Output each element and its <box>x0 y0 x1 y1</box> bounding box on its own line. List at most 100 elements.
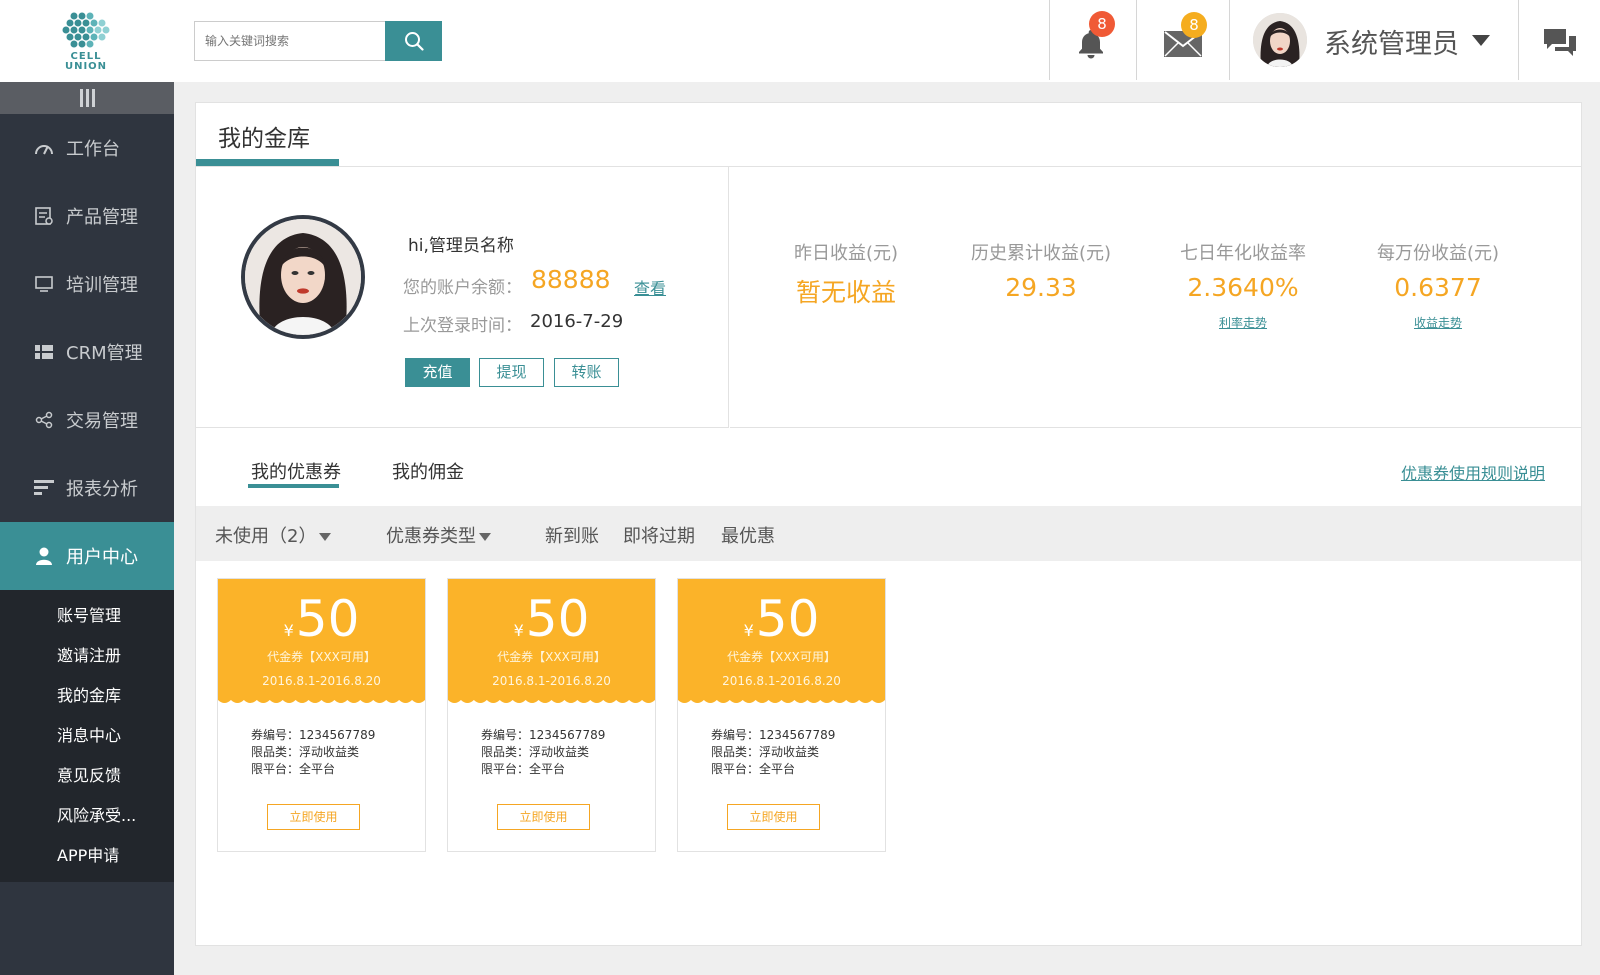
logo-hexagon-icon <box>62 12 110 48</box>
monitor-icon <box>34 274 54 294</box>
sidebar: 工作台 产品管理 培训管理 CRM管理 交易管理 报表分析 用户中心 账号管理 … <box>0 82 174 975</box>
recharge-button[interactable]: 充值 <box>405 358 470 387</box>
notifications-badge: 8 <box>1089 11 1115 37</box>
coupon-platform: 限平台：全平台 <box>481 762 566 776</box>
user-menu-caret-icon[interactable] <box>1472 35 1490 46</box>
stat-label: 历史累计收益(元) <box>970 243 1112 264</box>
sidebar-item-products[interactable]: 产品管理 <box>0 182 174 250</box>
notifications-button[interactable]: 8 <box>1075 11 1115 64</box>
submenu-item-vault[interactable]: 我的金库 <box>0 676 174 716</box>
caret-down-icon <box>319 533 332 541</box>
submenu-item-feedback[interactable]: 意见反馈 <box>0 756 174 796</box>
filter-unused-dropdown[interactable]: 未使用（2） <box>215 522 332 548</box>
coupon-code: 券编号：1234567789 <box>251 728 376 742</box>
view-balance-link[interactable]: 查看 <box>634 275 666 299</box>
sidebar-item-training[interactable]: 培训管理 <box>0 250 174 318</box>
tab-my-coupons[interactable]: 我的优惠券 <box>251 458 341 484</box>
scallop-edge <box>218 696 425 703</box>
filter-expiring[interactable]: 即将过期 <box>623 522 695 548</box>
transfer-button[interactable]: 转账 <box>554 358 619 387</box>
search-icon <box>404 32 424 51</box>
profile-avatar <box>241 215 365 339</box>
use-now-button[interactable]: 立即使用 <box>727 804 820 830</box>
coupon-validity: 2016.8.1-2016.8.20 <box>262 674 381 688</box>
coupon-type: 代金券【XXX可用】 <box>267 650 376 664</box>
product-list-icon <box>34 206 54 226</box>
avatar-portrait-icon <box>245 219 361 335</box>
stat-value: 暂无收益 <box>795 278 896 307</box>
sidebar-item-label: 培训管理 <box>66 275 138 296</box>
sidebar-item-label: CRM管理 <box>66 343 143 364</box>
coupon-category: 限品类：浮动收益类 <box>481 745 590 759</box>
coupon-category: 限品类：浮动收益类 <box>251 745 360 759</box>
grid-icon <box>34 342 54 362</box>
coupon-category: 限品类：浮动收益类 <box>711 745 820 759</box>
user-name[interactable]: 系统管理员 <box>1324 22 1459 61</box>
submenu-item-app[interactable]: APP申请 <box>0 836 174 876</box>
sidebar-item-user-center[interactable]: 用户中心 <box>0 522 174 590</box>
sidebar-item-crm[interactable]: CRM管理 <box>0 318 174 386</box>
account-summary: hi,管理员名称 您的账户余额： 88888 查看 上次登录时间： 2016-7… <box>196 167 729 428</box>
submenu-item-invite[interactable]: 邀请注册 <box>0 636 174 676</box>
sidebar-item-workbench[interactable]: 工作台 <box>0 114 174 182</box>
toggle-bar <box>91 89 95 107</box>
messages-button[interactable]: 8 <box>1163 12 1207 62</box>
filter-new[interactable]: 新到账 <box>545 522 599 548</box>
panel-header: 我的金库 <box>196 103 1581 167</box>
coupon-header: ¥50 代金券【XXX可用】 2016.8.1-2016.8.20 <box>448 579 655 697</box>
coupon-platform: 限平台：全平台 <box>711 762 796 776</box>
earnings-trend-link[interactable]: 收益走势 <box>1338 314 1538 331</box>
search-button[interactable] <box>385 21 442 61</box>
logo-wordmark: CELL UNION <box>54 52 118 72</box>
toggle-bar <box>85 89 89 107</box>
filter-type-dropdown[interactable]: 优惠券类型 <box>386 522 491 548</box>
submenu-item-account[interactable]: 账号管理 <box>0 596 174 636</box>
use-now-button[interactable]: 立即使用 <box>497 804 590 830</box>
title-underline <box>196 159 339 166</box>
coupon-card: ¥50 代金券【XXX可用】 2016.8.1-2016.8.20 券编号：12… <box>217 578 426 852</box>
header-divider <box>1518 0 1519 80</box>
filter-unused-label: 未使用（2） <box>215 526 317 547</box>
submenu-item-messages[interactable]: 消息中心 <box>0 716 174 756</box>
sidebar-item-trading[interactable]: 交易管理 <box>0 386 174 454</box>
sidebar-item-label: 交易管理 <box>66 411 138 432</box>
search-input[interactable] <box>194 21 386 61</box>
stat-label: 昨日收益(元) <box>793 243 899 264</box>
coupon-rules-link[interactable]: 优惠券使用规则说明 <box>1401 460 1545 484</box>
active-tab-underline <box>248 484 339 488</box>
withdraw-button[interactable]: 提现 <box>479 358 544 387</box>
submenu-item-risk[interactable]: 风险承受... <box>0 796 174 836</box>
amount-value: 50 <box>525 590 590 648</box>
sidebar-item-reports[interactable]: 报表分析 <box>0 454 174 522</box>
greeting-text: hi,管理员名称 <box>408 236 514 256</box>
chat-bubbles-icon <box>1544 29 1576 56</box>
user-avatar[interactable] <box>1253 13 1307 67</box>
coupon-validity: 2016.8.1-2016.8.20 <box>722 674 841 688</box>
rate-trend-link[interactable]: 利率走势 <box>1143 314 1343 331</box>
stat-seven-day-yield: 七日年化收益率 2.3640% 利率走势 <box>1143 239 1343 331</box>
vault-panel: 我的金库 hi,管理员名称 您的账户余额： 88888 查看 上次登录时间： 2… <box>195 102 1582 946</box>
balance-label: 您的账户余额： <box>403 278 522 298</box>
coupon-header: ¥50 代金券【XXX可用】 2016.8.1-2016.8.20 <box>678 579 885 697</box>
coupon-details: 券编号：1234567789 限品类：浮动收益类 限平台：全平台 <box>481 727 605 778</box>
filter-best[interactable]: 最优惠 <box>721 522 775 548</box>
logo-text-line2: UNION <box>64 61 108 72</box>
chat-button[interactable] <box>1543 28 1577 64</box>
messages-badge: 8 <box>1181 12 1207 38</box>
use-now-button[interactable]: 立即使用 <box>267 804 360 830</box>
header-divider <box>1136 0 1137 80</box>
last-login-label: 上次登录时间： <box>403 316 522 336</box>
coupon-type: 代金券【XXX可用】 <box>727 650 836 664</box>
dashboard-gauge-icon <box>34 138 54 158</box>
stat-cumulative: 历史累计收益(元) 29.33 <box>941 239 1141 302</box>
share-nodes-icon <box>34 410 54 430</box>
filter-type-label: 优惠券类型 <box>386 526 476 547</box>
coupon-tabs: 我的优惠券 我的佣金 优惠券使用规则说明 <box>196 428 1581 506</box>
tab-my-commission[interactable]: 我的佣金 <box>392 458 464 484</box>
coupon-code: 券编号：1234567789 <box>711 728 836 742</box>
sidebar-item-label: 工作台 <box>66 139 120 160</box>
cell-union-logo[interactable]: CELL UNION <box>54 10 118 74</box>
coupon-card: ¥50 代金券【XXX可用】 2016.8.1-2016.8.20 券编号：12… <box>677 578 886 852</box>
sidebar-collapse-toggle[interactable] <box>0 82 174 114</box>
coupon-header: ¥50 代金券【XXX可用】 2016.8.1-2016.8.20 <box>218 579 425 697</box>
